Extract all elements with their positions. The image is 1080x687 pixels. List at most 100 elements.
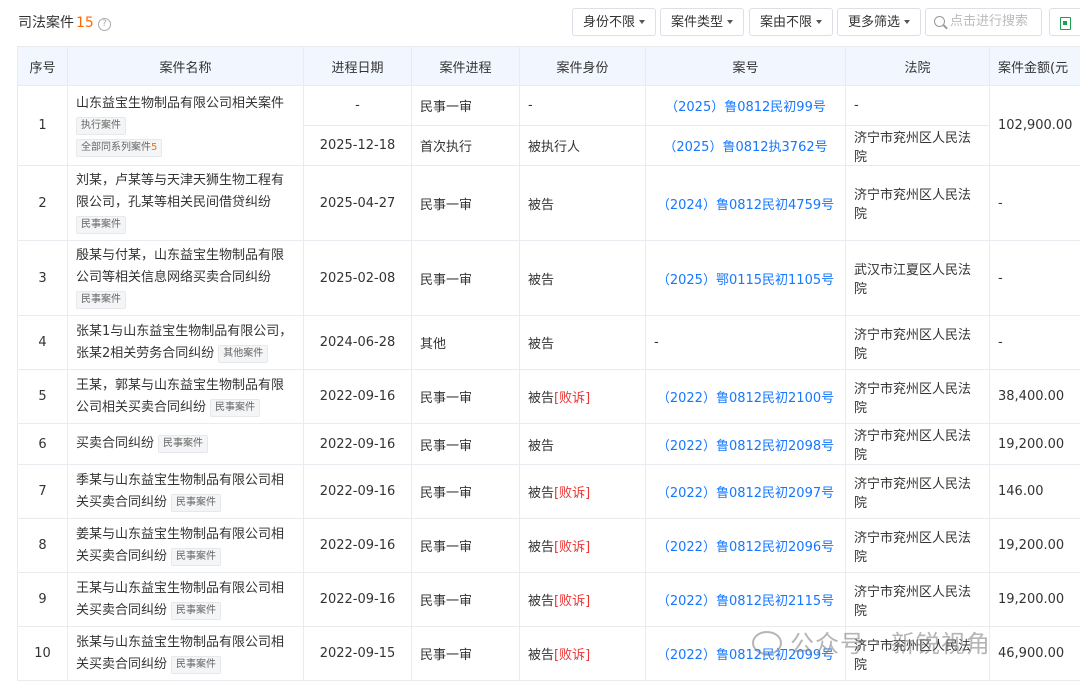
row-no: 1 — [17, 85, 68, 166]
case-name-cell: 王某，郭某与山东益宝生物制品有限公司相关买卖合同纠纷 民事案件 — [67, 369, 304, 424]
case-name-link[interactable]: 山东益宝生物制品有限公司相关案件 — [76, 93, 295, 115]
amount-cell: 19,200.00 — [989, 423, 1080, 465]
row-no: 9 — [17, 572, 68, 627]
lose-badge: [败诉] — [554, 540, 591, 555]
date-cell: 2025-04-27 — [303, 165, 412, 241]
stage-cell: 民事一审 — [411, 423, 520, 465]
same-series-count: 5 — [151, 141, 158, 153]
col-header-role: 案件身份 — [519, 46, 646, 86]
court-cell: 济宁市兖州区人民法院 — [845, 369, 990, 424]
lose-badge: [败诉] — [554, 391, 591, 406]
case-name-link[interactable]: 买卖合同纠纷 — [76, 436, 154, 451]
filter-role-dropdown[interactable]: 身份不限 — [572, 8, 657, 36]
row-no: 6 — [17, 423, 68, 465]
lose-badge: [败诉] — [554, 648, 591, 663]
role-text: 被告 — [528, 272, 555, 288]
stage-cell: 民事一审 — [411, 626, 520, 681]
case-name-cell: 刘某，卢某等与天津天狮生物工程有限公司，孔某等相关民间借贷纠纷 民事案件 — [67, 165, 304, 241]
case-name-cell: 买卖合同纠纷 民事案件 — [67, 423, 304, 465]
case-no-link[interactable]: （2025）鲁0812执3762号 — [663, 140, 827, 155]
case-no-link[interactable]: （2022）鲁0812民初2115号 — [657, 594, 834, 609]
table-row: 7 季某与山东益宝生物制品有限公司相关买卖合同纠纷 民事案件 2022-09-16… — [17, 464, 1080, 519]
col-header-name: 案件名称 — [67, 46, 304, 86]
case-type-tag: 民事案件 — [210, 398, 261, 417]
table-row: 1 山东益宝生物制品有限公司相关案件 执行案件 全部同系列案件5 - 民事一审 … — [17, 85, 1080, 166]
more-filters-dropdown[interactable]: 更多筛选 — [837, 8, 922, 36]
case-no-link[interactable]: （2022）鲁0812民初2100号 — [657, 391, 834, 406]
table-row: 5 王某，郭某与山东益宝生物制品有限公司相关买卖合同纠纷 民事案件 2022-09… — [17, 369, 1080, 424]
table-header: 序号 案件名称 进程日期 案件进程 案件身份 案号 法院 案件金额(元 — [17, 46, 1080, 86]
case-no-link[interactable]: （2025）鄂0115民初1105号 — [657, 273, 834, 288]
case-no-link[interactable]: （2024）鲁0812民初4759号 — [657, 198, 834, 213]
search-icon — [934, 16, 945, 27]
lose-badge: [败诉] — [554, 594, 591, 609]
role-cell: 被执行人 — [519, 125, 646, 166]
case-name-cell: 季某与山东益宝生物制品有限公司相关买卖合同纠纷 民事案件 — [67, 464, 304, 519]
col-header-case-no: 案号 — [645, 46, 846, 86]
filter-cause-dropdown[interactable]: 案由不限 — [749, 8, 834, 36]
row-no: 3 — [17, 240, 68, 316]
table-row: 4 张某1与山东益宝生物制品有限公司，张某2相关劳务合同纠纷 其他案件 2024-… — [17, 315, 1080, 370]
court-cell: 济宁市兖州区人民法院 — [845, 464, 990, 519]
stage-cell: 首次执行 — [411, 125, 520, 166]
chevron-down-icon — [639, 20, 646, 24]
cases-table: 序号 案件名称 进程日期 案件进程 案件身份 案号 法院 案件金额(元 1 山东… — [17, 46, 1080, 681]
stage-cell: 其他 — [411, 315, 520, 370]
stage-cell: 民事一审 — [411, 85, 520, 126]
role-cell: 被告 — [519, 315, 646, 370]
stage-cell: 民事一审 — [411, 240, 520, 316]
case-name-cell: 山东益宝生物制品有限公司相关案件 执行案件 全部同系列案件5 — [67, 85, 304, 166]
role-cell: 被告[败诉] — [519, 572, 646, 627]
case-name-link[interactable]: 刘某，卢某等与天津天狮生物工程有限公司，孔某等相关民间借贷纠纷 — [76, 173, 284, 210]
same-series-tag[interactable]: 全部同系列案件5 — [76, 138, 163, 157]
same-series-label: 全部同系列案件 — [81, 141, 151, 153]
court-cell: 济宁市兖州区人民法院 — [845, 315, 990, 370]
watermark: 公众号 · 新锐视角 — [752, 624, 991, 659]
table-row: 9 王某与山东益宝生物制品有限公司相关买卖合同纠纷 民事案件 2022-09-16… — [17, 572, 1080, 627]
role-cell: 被告[败诉] — [519, 369, 646, 424]
help-icon[interactable]: ? — [97, 18, 111, 31]
date-cell: 2022-09-16 — [303, 369, 412, 424]
table-row: 8 姜某与山东益宝生物制品有限公司相关买卖合同纠纷 民事案件 2022-09-16… — [17, 518, 1080, 573]
stage-cell: 民事一审 — [411, 165, 520, 241]
date-cell: 2025-02-08 — [303, 240, 412, 316]
case-name-link[interactable]: 殷某与付某，山东益宝生物制品有限公司等相关信息网络买卖合同纠纷 — [76, 248, 284, 285]
court-cell: 济宁市兖州区人民法院 — [845, 518, 990, 573]
case-no-cell: （2025）鲁0812民初99号 — [645, 85, 846, 126]
date-cell: 2024-06-28 — [303, 315, 412, 370]
case-no-cell: （2025）鲁0812执3762号 — [645, 125, 846, 166]
section-title-text: 司法案件 — [18, 15, 74, 31]
row-no: 10 — [17, 626, 68, 681]
filter-case-type-label: 案件类型 — [671, 15, 724, 30]
row-no: 5 — [17, 369, 68, 424]
col-header-date: 进程日期 — [303, 46, 412, 86]
col-header-stage: 案件进程 — [411, 46, 520, 86]
more-filters-label: 更多筛选 — [848, 15, 901, 30]
role-text: 被告 — [528, 197, 555, 213]
case-count: 15 — [76, 15, 94, 31]
case-type-tag: 民事案件 — [76, 291, 126, 309]
amount-cell: 102,900.00 — [989, 85, 1080, 166]
table-row: 3 殷某与付某，山东益宝生物制品有限公司等相关信息网络买卖合同纠纷民事案件 20… — [17, 240, 1080, 316]
date-cell: 2022-09-16 — [303, 572, 412, 627]
case-no-cell: （2022）鲁0812民初2100号 — [645, 369, 846, 424]
filter-case-type-dropdown[interactable]: 案件类型 — [660, 8, 745, 36]
search-input[interactable]: 点击进行搜索 — [925, 8, 1042, 36]
date-cell: - — [303, 85, 412, 126]
case-no-link[interactable]: （2022）鲁0812民初2097号 — [657, 486, 834, 501]
court-cell: - — [845, 85, 990, 126]
case-name-cell: 殷某与付某，山东益宝生物制品有限公司等相关信息网络买卖合同纠纷民事案件 — [67, 240, 304, 316]
section-title: 司法案件 15? — [18, 12, 111, 32]
case-no-link[interactable]: （2022）鲁0812民初2096号 — [657, 540, 834, 555]
export-excel-button[interactable] — [1049, 8, 1080, 36]
case-name-cell: 王某与山东益宝生物制品有限公司相关买卖合同纠纷 民事案件 — [67, 572, 304, 627]
case-no-link[interactable]: （2022）鲁0812民初2098号 — [657, 439, 834, 454]
role-text: 被告 — [528, 648, 555, 663]
role-cell: 被告[败诉] — [519, 518, 646, 573]
case-no-cell: （2024）鲁0812民初4759号 — [645, 165, 846, 241]
col-header-court: 法院 — [845, 46, 990, 86]
stage-cell: 民事一审 — [411, 369, 520, 424]
case-type-tag: 其他案件 — [218, 344, 269, 363]
role-cell: - — [519, 85, 646, 126]
case-no-link[interactable]: （2025）鲁0812民初99号 — [665, 100, 826, 115]
